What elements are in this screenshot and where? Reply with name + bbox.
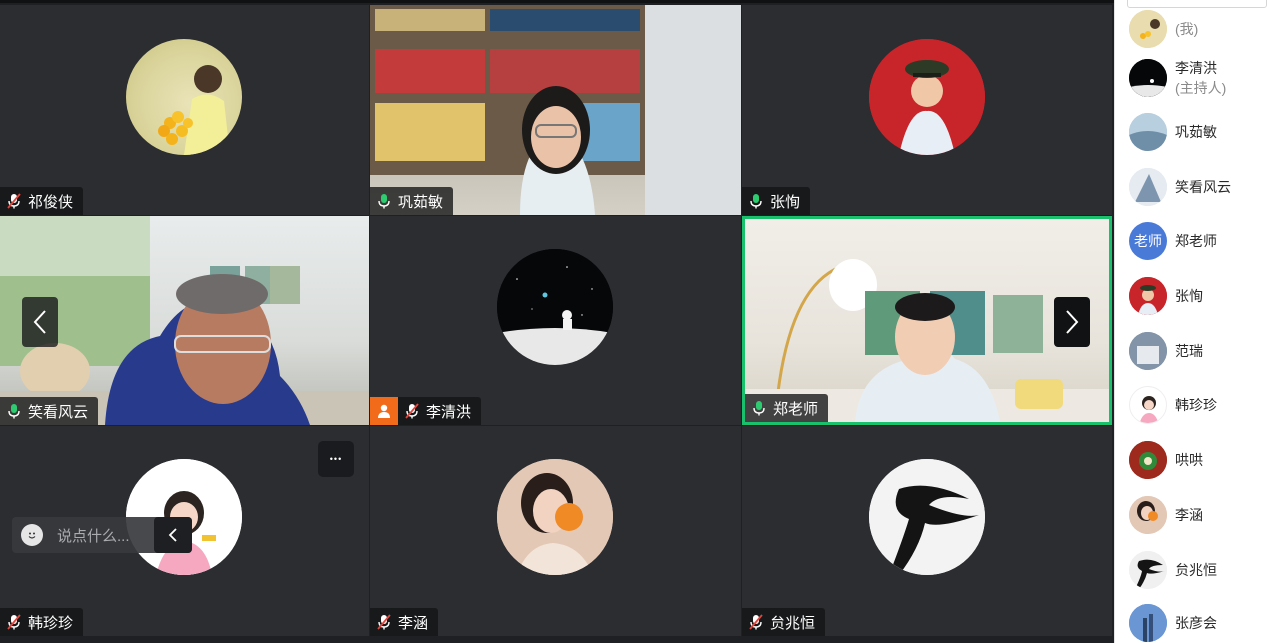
mic-on-icon bbox=[747, 192, 765, 210]
participant-name: 韩珍珍 bbox=[1175, 397, 1217, 413]
participant-avatar bbox=[1129, 496, 1167, 534]
participant-avatar bbox=[497, 459, 613, 575]
emoji-icon[interactable] bbox=[21, 524, 43, 546]
mic-on-icon bbox=[750, 399, 768, 417]
participant-name: 李涵 bbox=[398, 614, 429, 632]
video-tile-zhangxun[interactable]: 张恂 bbox=[742, 5, 1112, 215]
more-dots-icon: ••• bbox=[329, 454, 343, 464]
more-options-button[interactable]: ••• bbox=[318, 441, 354, 477]
participant-name: 郑老师 bbox=[1175, 233, 1217, 249]
participant-avatar: 老师 bbox=[1129, 222, 1167, 260]
participant-list-item[interactable]: 张恂 bbox=[1129, 277, 1269, 315]
participant-name: 郑老师 bbox=[773, 400, 819, 418]
participant-role: (我) bbox=[1175, 21, 1199, 37]
participant-name: 哄哄 bbox=[1175, 452, 1203, 468]
participant-name: 李涵 bbox=[1175, 507, 1203, 523]
name-tag: 祁俊侠 bbox=[0, 187, 84, 215]
participant-list-item[interactable]: 李清洪 (主持人) bbox=[1129, 58, 1269, 98]
chevron-right-icon bbox=[1066, 310, 1079, 334]
participant-avatar bbox=[869, 39, 985, 155]
participant-name: 李清洪 bbox=[426, 403, 472, 421]
participant-name: 贠兆恒 bbox=[770, 614, 816, 632]
participant-name: 巩茹敏 bbox=[398, 193, 444, 211]
mic-muted-icon bbox=[5, 192, 23, 210]
name-tag: 郑老师 bbox=[745, 394, 829, 422]
video-tile-zhenglaoshi[interactable]: 郑老师 bbox=[742, 216, 1112, 425]
video-tile-lihan[interactable]: 李涵 bbox=[370, 426, 741, 636]
participant-avatar bbox=[869, 459, 985, 575]
participant-name: 贠兆恒 bbox=[1175, 562, 1217, 578]
participant-search-input[interactable] bbox=[1127, 0, 1267, 8]
name-tag: 李涵 bbox=[370, 608, 439, 636]
mic-muted-icon bbox=[747, 613, 765, 631]
mic-on-icon bbox=[5, 402, 23, 420]
participant-list-item[interactable]: 李涵 bbox=[1129, 496, 1269, 534]
participant-list-item[interactable]: 笑看风云 bbox=[1129, 168, 1269, 206]
name-tag: 贠兆恒 bbox=[742, 608, 826, 636]
participant-list-item[interactable]: 贠兆恒 bbox=[1129, 551, 1269, 589]
video-tile-yunzhaoheng[interactable]: 贠兆恒 bbox=[742, 426, 1112, 636]
mic-muted-icon bbox=[403, 402, 421, 420]
participant-avatar bbox=[1129, 168, 1167, 206]
participant-list-item[interactable]: 老师 郑老师 bbox=[1129, 222, 1269, 260]
participant-avatar bbox=[1129, 59, 1167, 97]
video-grid: 祁俊侠 巩茹敏 张恂 笑看风云 李清洪 郑老师 ••• 说点什么... 韩珍珍 … bbox=[0, 0, 1114, 643]
host-badge-icon bbox=[370, 397, 398, 425]
participants-panel: (我) 李清洪 (主持人) 巩茹敏 笑看风云 老师 郑老师 张恂 范瑞 韩珍珍 … bbox=[1114, 0, 1269, 643]
participant-avatar bbox=[1129, 113, 1167, 151]
participant-role: (主持人) bbox=[1175, 80, 1227, 96]
previous-page-button[interactable] bbox=[22, 297, 58, 347]
video-tile-gongrumin[interactable]: 巩茹敏 bbox=[370, 5, 741, 215]
participant-avatar bbox=[1129, 277, 1167, 315]
participant-name: 张恂 bbox=[770, 193, 801, 211]
bookshelf-background bbox=[370, 5, 741, 215]
video-tile-hanzhenzhen[interactable]: ••• 说点什么... 韩珍珍 bbox=[0, 426, 369, 636]
participant-name: 笑看风云 bbox=[1175, 179, 1231, 195]
chevron-left-icon bbox=[33, 310, 46, 334]
participant-name: 巩茹敏 bbox=[1175, 124, 1217, 140]
participant-name: 韩珍珍 bbox=[28, 614, 74, 632]
name-tag: 巩茹敏 bbox=[370, 187, 454, 215]
participant-list-item[interactable]: (我) bbox=[1129, 10, 1269, 48]
mic-muted-icon bbox=[375, 613, 393, 631]
name-tag: 韩珍珍 bbox=[0, 608, 84, 636]
participant-avatar bbox=[1129, 604, 1167, 642]
participant-avatar bbox=[1129, 441, 1167, 479]
chevron-left-icon bbox=[168, 528, 177, 542]
name-tag: 张恂 bbox=[742, 187, 811, 215]
participant-list-item[interactable]: 韩珍珍 bbox=[1129, 386, 1269, 424]
participant-name: 李清洪 bbox=[1175, 60, 1217, 76]
participant-name: 祁俊侠 bbox=[28, 193, 74, 211]
participant-avatar bbox=[1129, 386, 1167, 424]
name-tag: 李清洪 bbox=[370, 397, 482, 425]
participant-name: 笑看风云 bbox=[28, 403, 89, 421]
next-page-button[interactable] bbox=[1054, 297, 1090, 347]
participant-avatar bbox=[1129, 332, 1167, 370]
chat-input-bar[interactable]: 说点什么... bbox=[12, 517, 192, 553]
participant-list-item[interactable]: 范瑞 bbox=[1129, 332, 1269, 370]
participant-name: 张彦会 bbox=[1175, 615, 1217, 631]
chat-placeholder: 说点什么... bbox=[57, 527, 130, 545]
participant-list-item[interactable]: 张彦会 bbox=[1129, 604, 1269, 642]
avatar-initials: 老师 bbox=[1134, 233, 1162, 249]
participant-name: 张恂 bbox=[1175, 288, 1203, 304]
participant-list-item[interactable]: 巩茹敏 bbox=[1129, 113, 1269, 151]
participant-avatar bbox=[1129, 10, 1167, 48]
participant-avatar bbox=[497, 249, 613, 365]
participant-avatar bbox=[126, 39, 242, 155]
video-tile-qijunxia[interactable]: 祁俊侠 bbox=[0, 5, 369, 215]
participant-avatar bbox=[1129, 551, 1167, 589]
meeting-app: 祁俊侠 巩茹敏 张恂 笑看风云 李清洪 郑老师 ••• 说点什么... 韩珍珍 … bbox=[0, 0, 1269, 643]
participant-list-item[interactable]: 哄哄 bbox=[1129, 441, 1269, 479]
mic-on-icon bbox=[375, 192, 393, 210]
video-tile-liqinghong[interactable]: 李清洪 bbox=[370, 216, 741, 425]
collapse-chat-button[interactable] bbox=[154, 517, 192, 553]
name-tag: 笑看风云 bbox=[0, 397, 99, 425]
video-tile-xiaokanfengyun[interactable]: 笑看风云 bbox=[0, 216, 369, 425]
mic-muted-icon bbox=[5, 613, 23, 631]
participant-name: 范瑞 bbox=[1175, 343, 1203, 359]
